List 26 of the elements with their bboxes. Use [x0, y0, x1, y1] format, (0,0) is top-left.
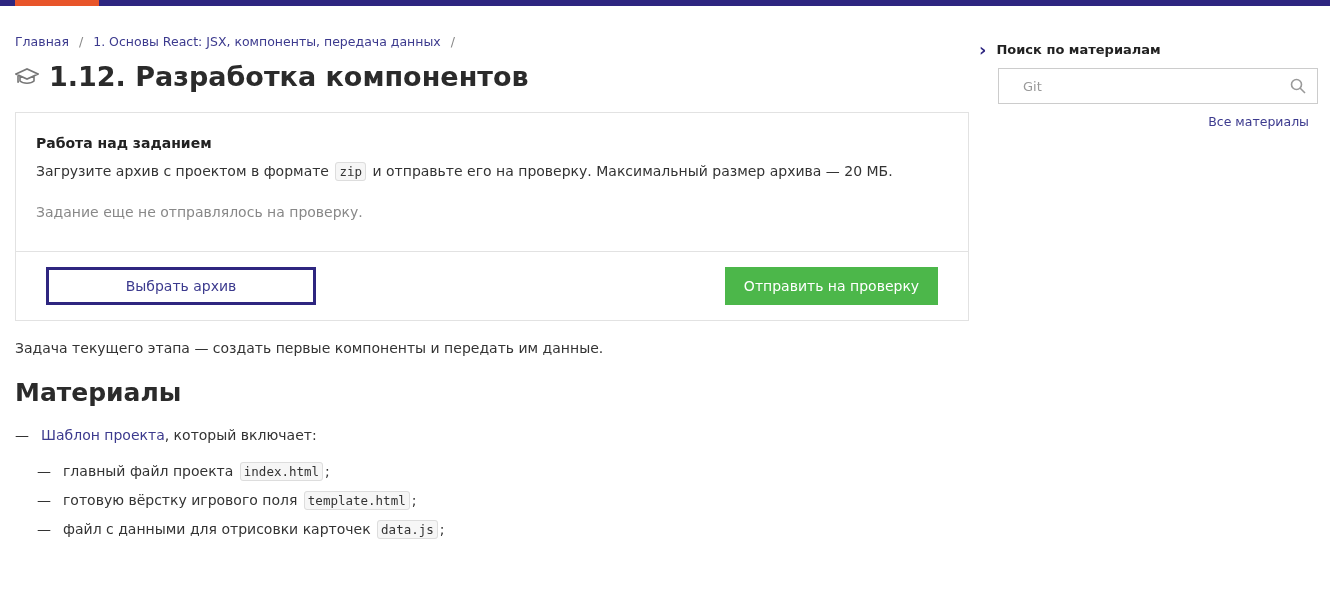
search-field[interactable]: Git	[998, 68, 1318, 104]
breadcrumb-separator: /	[450, 34, 455, 49]
chevron-icon[interactable]: ›	[979, 39, 987, 60]
task-status: Задание еще не отправлялось на проверку.	[36, 203, 364, 222]
breadcrumb-link[interactable]: 1. Основы React: JSX, компоненты, передача данных	[93, 34, 441, 49]
breadcrumb-separator: /	[79, 34, 84, 49]
graduation-cap-icon	[15, 66, 39, 87]
list-item-text: файл с данными для отрисовки карточек data.js ;	[63, 521, 445, 537]
list-dash: —	[37, 492, 51, 508]
list-dash: —	[37, 463, 51, 479]
list-item-text: Шаблон проекта, который включает:	[41, 427, 317, 443]
search-heading: Поиск по материалам	[996, 42, 1161, 57]
intro-text: Задача текущего этапа — создать первые компоненты и передать им данные.	[15, 340, 605, 356]
search-icon[interactable]	[1290, 78, 1306, 94]
breadcrumb-link[interactable]: Главная	[15, 34, 69, 49]
list-dash: —	[15, 427, 29, 443]
list-item-text: готовую вёрстку игрового поля template.html ;	[63, 492, 417, 508]
page-title: 1.12. Разработка компонентов	[49, 61, 529, 92]
task-description: Загрузите архив с проектом в формате zip и отправьте его на проверку. Максимальный размер архива — 20 МБ.	[36, 161, 894, 183]
choose-archive-button[interactable]: Выбрать архив	[46, 267, 316, 305]
task-heading: Работа над заданием	[36, 135, 213, 151]
template-link[interactable]: Шаблон проекта	[41, 427, 165, 443]
list-item-text: главный файл проекта index.html ;	[63, 463, 330, 479]
materials-heading: Материалы	[15, 378, 183, 407]
all-materials-link[interactable]: Все материалы	[1208, 114, 1309, 129]
list-dash: —	[37, 521, 51, 537]
